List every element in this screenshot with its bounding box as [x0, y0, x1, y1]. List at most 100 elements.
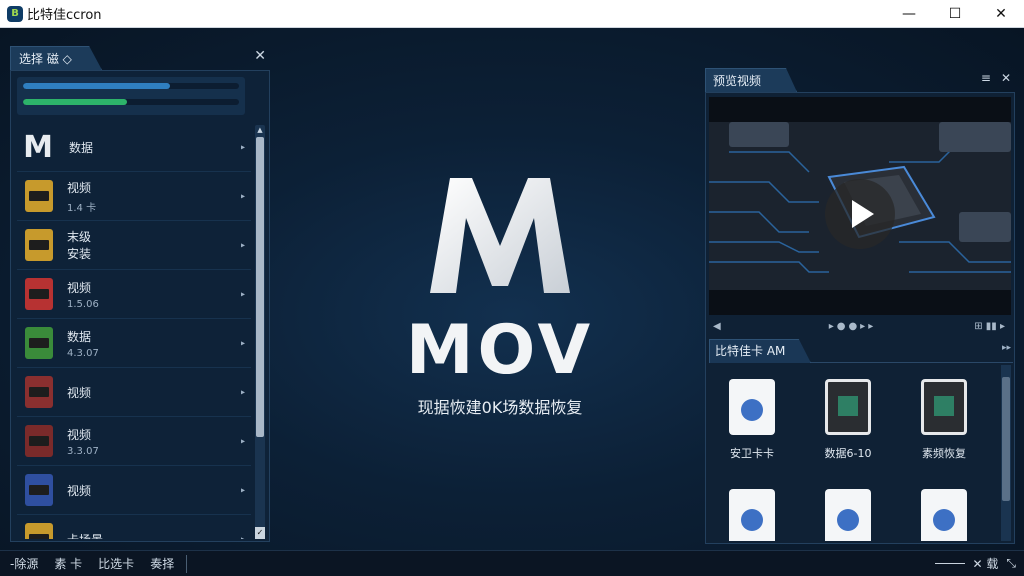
device-item-text: 数据 — [69, 139, 93, 156]
document-file-icon — [825, 489, 871, 541]
sd-card-icon — [25, 474, 53, 506]
status-item-2[interactable]: 素 卡 — [54, 555, 82, 572]
scroll-up-icon[interactable]: ▲ — [255, 125, 265, 135]
scroll-down-icon[interactable]: ✓ — [255, 527, 265, 539]
chevron-right-icon: ▸ — [240, 436, 245, 446]
device-item-label: 视频 — [67, 483, 92, 498]
file-list-tabbar: 比特佳卡 AM ▸▸ — [709, 339, 1013, 363]
file-item[interactable] — [901, 475, 987, 541]
device-item-label: 末级 安装 — [67, 230, 92, 261]
sd-card-icon — [25, 425, 53, 457]
status-right: ✕ 载 ⤡ — [934, 555, 1016, 572]
device-list-item[interactable]: M 数据 ▸ — [17, 123, 251, 172]
chevron-right-icon: ▸ — [240, 534, 245, 540]
device-list-item[interactable]: 视频 1.5.06 ▸ — [17, 270, 251, 319]
status-right-label[interactable]: ✕ 载 — [973, 555, 999, 572]
window-title: 比特佳ccron — [27, 8, 102, 23]
close-icon[interactable]: ✕ — [1001, 71, 1011, 85]
status-item-3[interactable]: 比选卡 — [98, 555, 134, 572]
device-list-item[interactable]: 视频 3.3.07 ▸ — [17, 417, 251, 466]
device-list-item[interactable]: 视频 ▸ — [17, 368, 251, 417]
file-list-tab[interactable]: 比特佳卡 AM — [709, 339, 811, 363]
progress-bar-1 — [23, 83, 239, 89]
sd-card-icon — [25, 278, 53, 310]
file-label: 数据6-10 — [824, 447, 872, 460]
device-item-label: 数据 — [67, 329, 92, 344]
video-player[interactable] — [709, 97, 1011, 315]
preview-panel: 预览视频 ≡ ✕ ◀ ▸●●▸▸ ⊞ ▮▮ ▸ 比特佳卡 AM ▸▸ 安卫卡卡 … — [705, 68, 1015, 544]
chevron-right-icon: ▸ — [240, 485, 245, 495]
device-list-item[interactable]: 末级 安装 ▸ — [17, 221, 251, 270]
device-item-sub: 1.4 卡 — [67, 202, 97, 214]
preview-panel-controls: ≡ ✕ — [981, 71, 1011, 85]
device-item-text: 视频 — [67, 384, 91, 401]
status-item-1[interactable]: -除源 — [10, 555, 38, 572]
panel-close-icon[interactable]: ✕ — [254, 48, 266, 64]
device-item-text: 视频 1.5.06 — [67, 279, 99, 310]
scroll-thumb[interactable] — [256, 137, 264, 437]
device-select-panel: 选择 磁 ◇ ✕ M 数据 ▸ 视频 1.4 卡 ▸ 末级 安装 ▸ 视频 1.… — [10, 46, 270, 542]
chevron-right-icon: ▸ — [240, 240, 245, 250]
device-item-label: 视频 — [67, 427, 92, 442]
device-item-sub: 1.5.06 — [67, 298, 99, 310]
brand-title: MOV — [405, 311, 595, 390]
file-item[interactable] — [805, 475, 891, 541]
resize-icon[interactable]: ⤡ — [1006, 556, 1016, 571]
minimize-button[interactable]: — — [886, 0, 932, 28]
device-list-item[interactable]: 卡场景 ▸ — [17, 515, 251, 539]
file-item[interactable]: 数据6-10 — [805, 365, 891, 465]
chevron-right-icon: ▸ — [240, 191, 245, 201]
document-file-icon — [729, 379, 775, 435]
file-grid-scroll-thumb[interactable] — [1002, 377, 1010, 501]
brand-area: MOV 现据恢建0K场数据恢复 — [340, 168, 660, 468]
m-logo-icon: M — [23, 129, 53, 165]
device-item-label: 视频 — [67, 385, 92, 400]
close-button[interactable]: ✕ — [978, 0, 1024, 28]
chevron-right-icon: ▸ — [240, 387, 245, 397]
tab-menu-icon[interactable]: ▸▸ — [1002, 343, 1011, 353]
preview-tab[interactable]: 预览视频 — [705, 68, 797, 92]
sd-card-icon — [25, 523, 53, 539]
status-item-4[interactable]: 奏择 — [150, 555, 174, 572]
status-divider — [186, 554, 188, 573]
device-select-tab[interactable]: 选择 磁 ◇ — [10, 46, 102, 70]
progress-fill-1 — [23, 83, 170, 89]
file-label: 素频恢复 — [922, 447, 966, 460]
device-item-text: 视频 1.4 卡 — [67, 179, 96, 214]
progress-bar-2 — [23, 99, 239, 105]
device-item-label: 数据 — [69, 140, 94, 155]
progress-fill-2 — [23, 99, 127, 105]
sd-card-icon — [25, 180, 53, 212]
play-button[interactable] — [825, 179, 895, 249]
playback-controls[interactable]: ▸●●▸▸ — [829, 321, 877, 332]
video-options-icons[interactable]: ⊞ ▮▮ ▸ — [974, 321, 1005, 332]
maximize-button[interactable]: ☐ — [932, 0, 978, 28]
sd-card-icon — [25, 376, 53, 408]
device-list-item[interactable]: 视频 ▸ — [17, 466, 251, 515]
chevron-right-icon: ▸ — [240, 142, 245, 152]
app-logo-icon: B — [7, 5, 23, 22]
list-scrollbar[interactable]: ▲ ✓ — [255, 125, 265, 539]
device-list-item[interactable]: 数据 4.3.07 ▸ — [17, 319, 251, 368]
device-item-sub: 3.3.07 — [67, 445, 99, 457]
previous-icon[interactable]: ◀ — [713, 321, 721, 332]
device-item-text: 末级 安装 — [67, 228, 91, 262]
file-item[interactable]: 安卫卡卡 — [709, 365, 795, 465]
device-list-item[interactable]: 视频 1.4 卡 ▸ — [17, 172, 251, 221]
chevron-right-icon: ▸ — [240, 338, 245, 348]
device-item-text: 视频 3.3.07 — [67, 426, 99, 457]
menu-icon[interactable]: ≡ — [981, 71, 991, 85]
scan-progress — [17, 77, 245, 115]
device-item-label: 视频 — [67, 280, 92, 295]
brand-subtitle: 现据恢建0K场数据恢复 — [417, 398, 583, 417]
device-item-label: 卡场景 — [67, 531, 103, 540]
play-icon — [852, 200, 874, 228]
video-file-icon — [921, 379, 967, 435]
status-bar: -除源 素 卡 比选卡 奏择 ✕ 载 ⤡ — [0, 550, 1024, 576]
video-file-icon — [825, 379, 871, 435]
file-item[interactable]: 素频恢复 — [901, 365, 987, 465]
zoom-line — [934, 563, 965, 564]
sd-card-icon — [25, 229, 53, 261]
file-grid-scrollbar[interactable] — [1001, 365, 1011, 541]
file-item[interactable] — [709, 475, 795, 541]
